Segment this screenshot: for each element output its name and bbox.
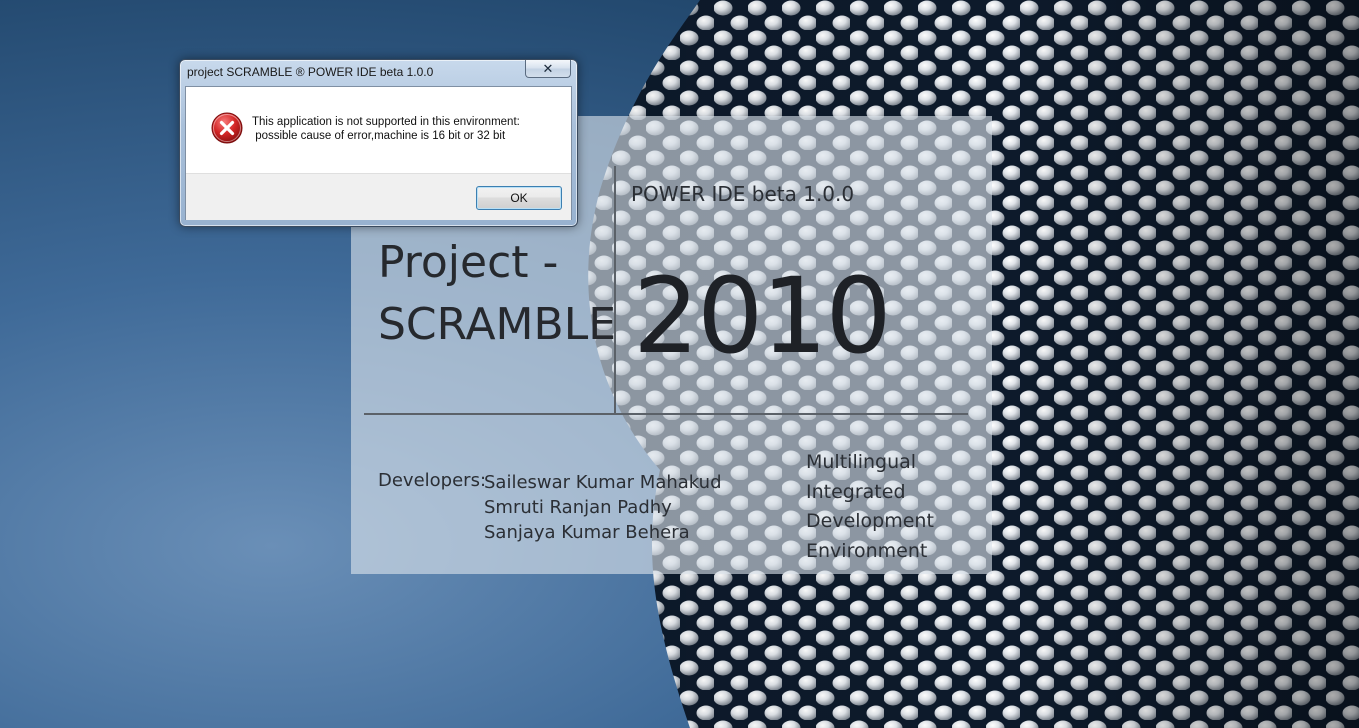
tagline-word: Integrated (806, 480, 906, 503)
developers-label: Developers: (378, 470, 487, 491)
tagline: Multilingual Integrated Development Envi… (806, 448, 934, 566)
desktop-wallpaper: Project - SCRAMBLE POWER IDE beta 1.0.0 … (0, 0, 1359, 728)
error-icon (211, 112, 243, 144)
error-dialog: project SCRAMBLE ® POWER IDE beta 1.0.0 … (179, 59, 578, 227)
release-year: 2010 (633, 255, 892, 377)
project-title: Project - SCRAMBLE (378, 232, 616, 356)
error-message-line2: possible cause of error,machine is 16 bi… (252, 130, 506, 142)
horizontal-divider (364, 413, 968, 415)
vertical-divider (614, 166, 616, 414)
dialog-button-bar: OK (186, 173, 571, 220)
project-title-line2: SCRAMBLE (378, 299, 617, 350)
developer-name: Sanjaya Kumar Behera (484, 522, 690, 543)
tagline-word: Environment (806, 539, 928, 562)
close-icon: ✕ (542, 62, 554, 77)
ok-button[interactable]: OK (476, 186, 562, 210)
tagline-word: Multilingual (806, 451, 917, 473)
developer-name: Saileswar Kumar Mahakud (484, 472, 722, 493)
dialog-body: This application is not supported in thi… (185, 86, 572, 220)
tagline-word: Development (806, 510, 934, 532)
developer-name: Smruti Ranjan Padhy (484, 497, 672, 518)
dialog-title: project SCRAMBLE ® POWER IDE beta 1.0.0 (187, 65, 434, 79)
project-title-line1: Project - (378, 237, 559, 288)
message-area: This application is not supported in thi… (186, 87, 571, 173)
product-subtitle: POWER IDE beta 1.0.0 (631, 182, 855, 206)
error-message-line1: This application is not supported in thi… (252, 116, 520, 128)
developers-list: Saileswar Kumar Mahakud Smruti Ranjan Pa… (484, 470, 722, 545)
error-message: This application is not supported in thi… (252, 115, 520, 143)
close-button[interactable]: ✕ (525, 60, 571, 78)
